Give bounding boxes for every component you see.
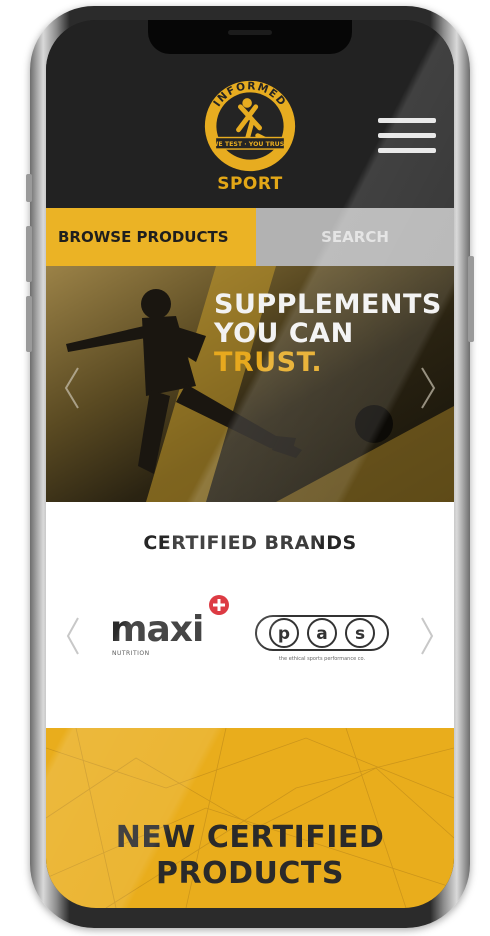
maxi-wordmark: maxi [110,609,204,650]
brand-name: SPORT [217,174,283,194]
logo-band-text: WE TEST · YOU TRUST [212,141,290,148]
red-cross-icon [209,595,229,615]
soccer-ball [355,405,393,443]
chevron-right-icon[interactable] [418,616,436,656]
pas-wordmark-logo: p a s [255,615,389,651]
hero-headline-line2: YOU CAN [214,318,354,349]
hero-headline-line1: SUPPLEMENTS [214,289,442,320]
chevron-left-icon[interactable] [62,366,82,410]
informed-sport-logo[interactable]: INFORMED WE TEST · YOU TRUST [202,78,298,174]
hero-headline-line3: TRUST. [214,347,323,378]
menu-line [378,148,436,153]
nav-tabs: BROWSE PRODUCTS SEARCH [46,208,454,266]
chevron-right-icon[interactable] [418,366,438,410]
tab-search[interactable]: SEARCH [256,208,454,266]
maxi-subtitle: NUTRITION [112,650,150,657]
brand-logo-maxi[interactable]: maxi NUTRITION [110,595,230,664]
chevron-left-icon[interactable] [64,616,82,656]
phone-screen: INFORMED WE TEST · YOU TRUST SPORT BROWS… [46,20,454,908]
power-button [468,256,474,342]
hamburger-menu-icon[interactable] [378,118,436,154]
volume-up-button [26,226,32,282]
menu-line [378,118,436,123]
new-products-title-line2: PRODUCTS [156,856,344,891]
tab-browse-products[interactable]: BROWSE PRODUCTS [46,208,256,266]
svg-text:p: p [278,624,290,644]
pas-subtitle: the ethical sports performance co. [278,656,366,662]
hero-headline: SUPPLEMENTS YOU CAN TRUST. [214,290,444,377]
svg-text:a: a [316,624,327,644]
brand-logo-pas[interactable]: p a s the ethical sports performance co. [254,612,390,668]
mute-switch [26,174,32,202]
section-title: CERTIFIED BRANDS [143,532,357,554]
speaker-grille [228,30,272,35]
svg-text:s: s [355,624,365,644]
phone-notch [148,20,352,54]
menu-line [378,133,436,138]
certified-brands-section: CERTIFIED BRANDS maxi NUTRITION p a s th… [46,502,454,728]
volume-down-button [26,296,32,352]
hero-banner: SUPPLEMENTS YOU CAN TRUST. [46,266,454,502]
new-certified-products-section[interactable]: NEW CERTIFIED PRODUCTS [46,728,454,908]
new-products-title: NEW CERTIFIED PRODUCTS [46,820,454,892]
new-products-title-line1: NEW CERTIFIED [115,820,385,855]
